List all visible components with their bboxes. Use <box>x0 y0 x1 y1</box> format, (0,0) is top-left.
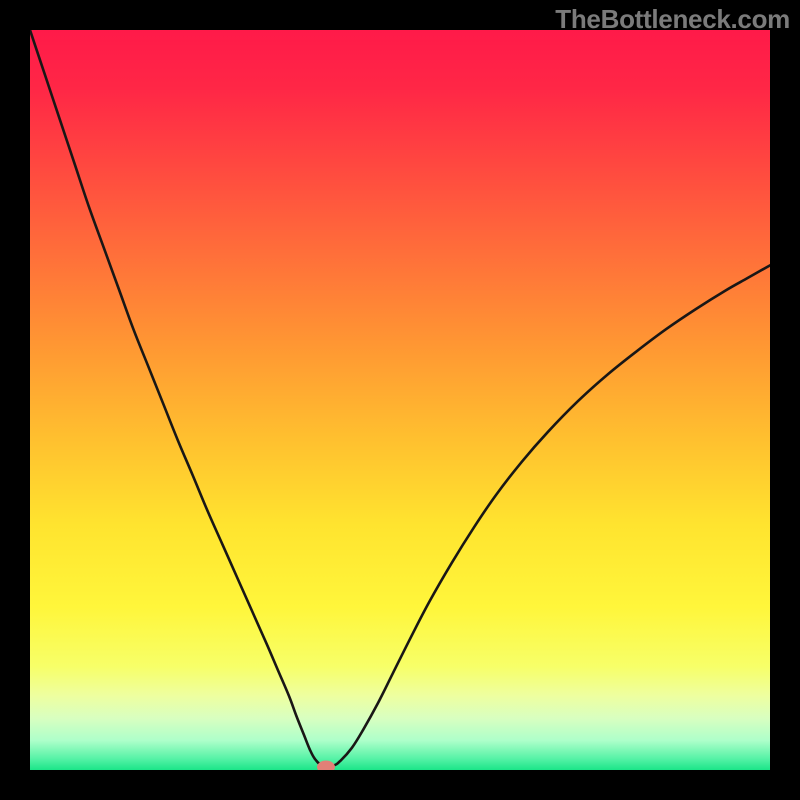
chart-container: TheBottleneck.com <box>0 0 800 800</box>
chart-svg <box>30 30 770 770</box>
plot-area <box>30 30 770 770</box>
